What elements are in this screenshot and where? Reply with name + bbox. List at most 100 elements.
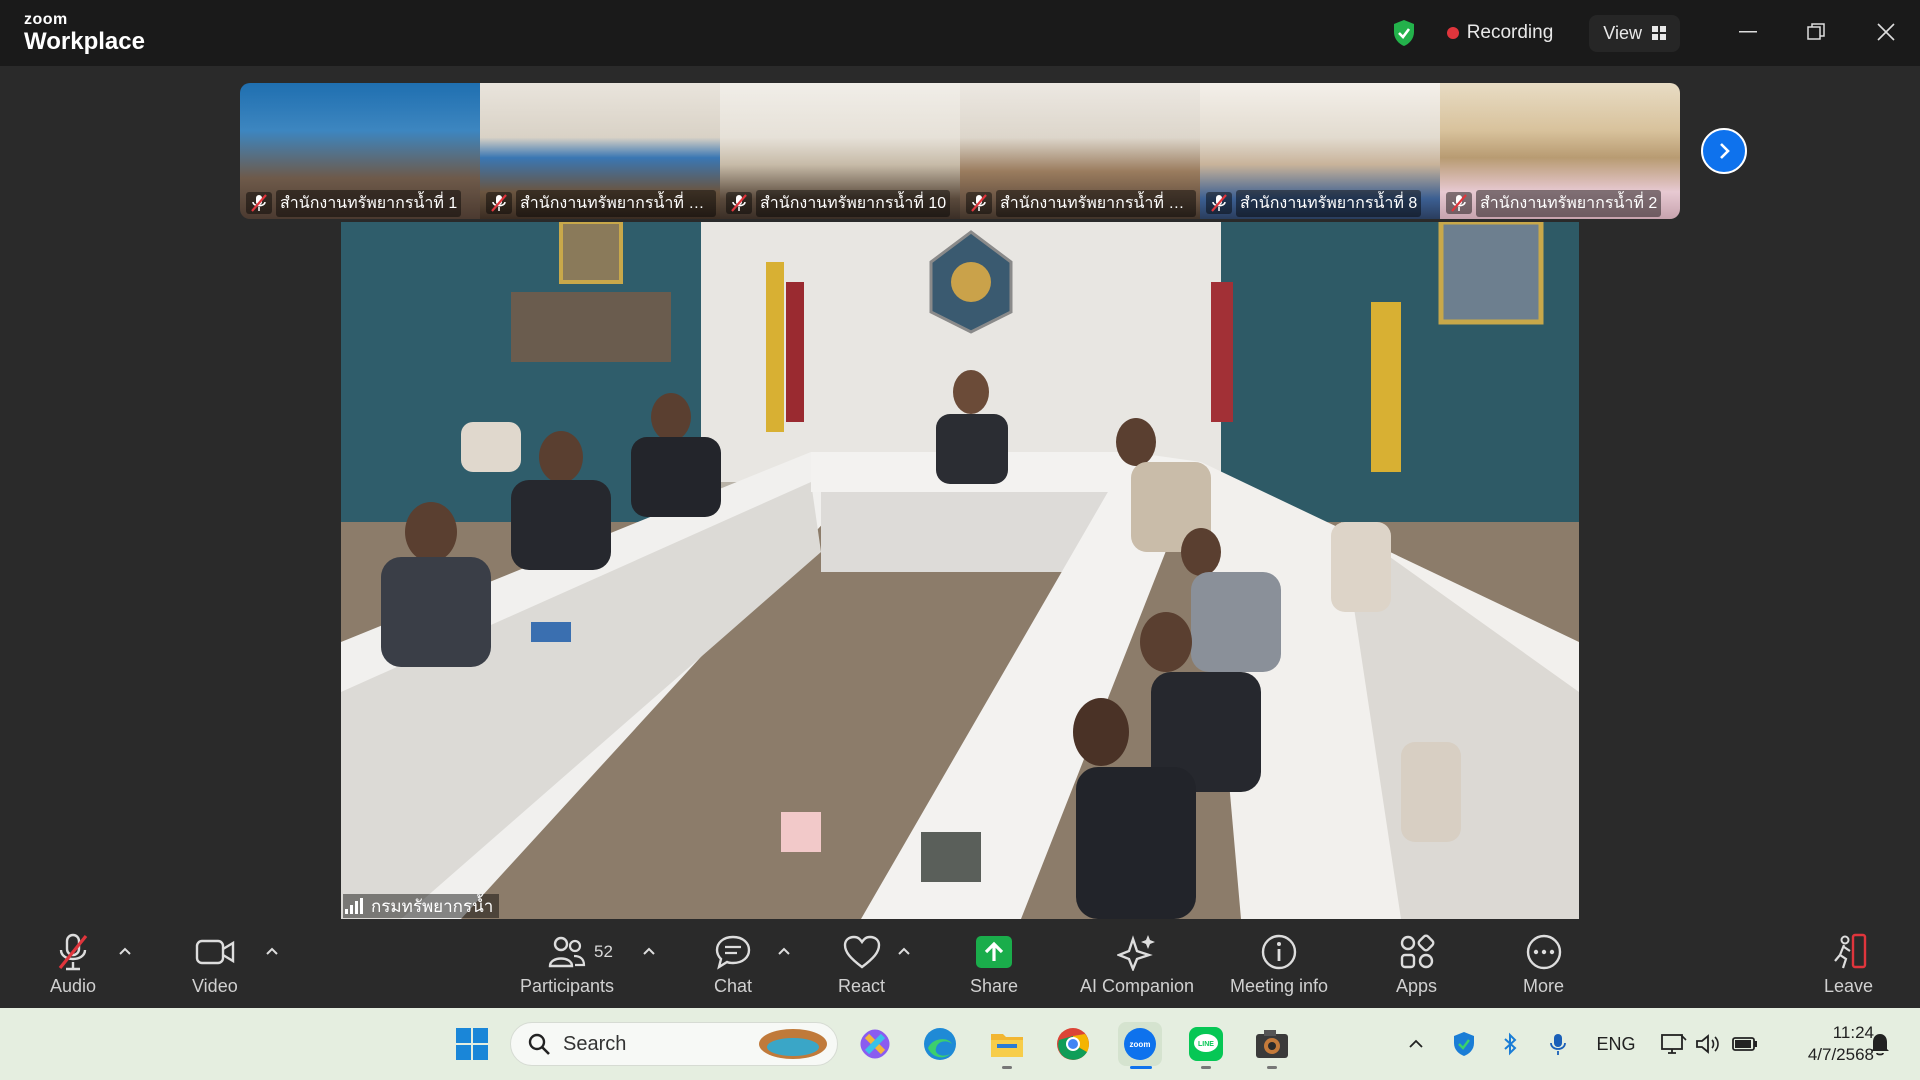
chevron-right-icon (1720, 143, 1730, 159)
participant-name: สำนักงานทรัพยากรน้ำที่ 11 อ... (516, 189, 716, 217)
participant-thumbnail[interactable]: สำนักงานทรัพยากรน้ำที่ 11 อ... (480, 83, 720, 219)
taskbar-search-box[interactable]: Search (510, 1022, 838, 1066)
participants-options-caret-icon[interactable] (640, 942, 658, 960)
react-label: React (838, 976, 886, 996)
participant-name: สำนักงานทรัพยากรน้ำที่ 1 (276, 189, 462, 217)
minimize-button[interactable] (1730, 16, 1766, 48)
ai-sparkle-icon (1117, 932, 1157, 972)
camera-app-icon[interactable] (1250, 1022, 1294, 1066)
participant-name: สำนักงานทรัพยากรน้ำที่ 2 (1476, 189, 1662, 217)
muted-mic-icon (1446, 192, 1472, 214)
zoom-app-icon[interactable]: zoom (1118, 1022, 1162, 1066)
participant-thumbnail-strip: สำนักงานทรัพยากรน้ำที่ 1 สำนักงานทรัพยาก… (240, 83, 1680, 219)
more-button[interactable]: More (1523, 932, 1564, 997)
signal-strength-icon (345, 898, 363, 914)
apps-icon (1398, 932, 1436, 972)
chat-options-caret-icon[interactable] (775, 942, 793, 960)
view-button[interactable]: View (1589, 14, 1680, 52)
heart-icon (842, 932, 882, 972)
taskbar-clock[interactable]: 11:24 4/7/2568 (1774, 1022, 1874, 1066)
muted-microphone-icon (55, 932, 91, 972)
file-explorer-icon[interactable] (985, 1022, 1029, 1066)
edge-browser-icon[interactable] (918, 1022, 962, 1066)
brand-small: zoom (24, 11, 68, 28)
chat-button[interactable]: Chat (714, 932, 752, 997)
participant-count: 52 (594, 942, 613, 961)
participant-thumbnail[interactable]: สำนักงานทรัพยากรน้ำที่ 10 (720, 83, 960, 219)
ai-companion-button[interactable]: AI Companion (1080, 932, 1194, 997)
recording-dot-icon (1446, 27, 1459, 39)
leave-button[interactable]: Leave (1824, 932, 1873, 997)
battery-icon[interactable] (1730, 1030, 1760, 1058)
audio-options-caret-icon[interactable] (116, 942, 134, 960)
participant-name: สำนักงานทรัพยากรน้ำที่ 8 (1236, 189, 1422, 217)
participant-thumbnail[interactable]: สำนักงานทรัพยากรน้ำที่ 1 (240, 83, 480, 219)
view-label: View (1603, 22, 1642, 43)
next-page-button[interactable] (1701, 128, 1747, 174)
muted-mic-icon (246, 192, 272, 214)
encryption-shield-icon[interactable] (1391, 18, 1417, 48)
info-icon (1260, 932, 1298, 972)
windows-taskbar: Search zoom LINE ENG 11:24 4/7/2568 (0, 1008, 1920, 1080)
video-camera-icon (195, 932, 235, 972)
muted-mic-icon (1206, 192, 1232, 214)
share-label: Share (970, 976, 1019, 996)
participant-thumbnail[interactable]: สำนักงานทรัพยากรน้ำที่ 8 (1200, 83, 1440, 219)
leave-label: Leave (1824, 976, 1874, 996)
participant-thumbnail[interactable]: สำนักงานทรัพยากรน้ำที่ 9 ... (960, 83, 1200, 219)
participant-name: สำนักงานทรัพยากรน้ำที่ 9 ... (996, 189, 1196, 217)
brand-name: Workplace (24, 28, 145, 55)
audio-label: Audio (50, 976, 97, 996)
chat-bubble-icon (714, 932, 752, 972)
main-video-name-label: กรมทรัพยากรน้ำ (343, 894, 500, 918)
video-button[interactable]: Video (192, 932, 238, 997)
title-bar: zoom Workplace Recording View (0, 0, 1920, 66)
clock-date: 4/7/2568 (1807, 1045, 1874, 1064)
svg-text:LINE: LINE (1198, 1041, 1214, 1048)
participants-icon (547, 932, 587, 972)
zoom-workplace-logo: zoom Workplace (24, 12, 145, 54)
notification-bell-icon[interactable] (1866, 1030, 1894, 1058)
video-label: Video (192, 976, 238, 996)
muted-mic-icon (726, 192, 752, 214)
muted-mic-icon (486, 192, 512, 214)
network-icon[interactable] (1660, 1030, 1688, 1058)
participant-name: สำนักงานทรัพยากรน้ำที่ 10 (756, 189, 951, 217)
bluetooth-icon[interactable] (1498, 1030, 1522, 1058)
participant-thumbnail[interactable]: สำนักงานทรัพยากรน้ำที่ 2 (1440, 83, 1680, 219)
close-window-button[interactable] (1868, 16, 1904, 48)
meeting-info-button[interactable]: Meeting info (1230, 932, 1328, 997)
chrome-browser-icon[interactable] (1051, 1022, 1095, 1066)
security-shield-icon[interactable] (1450, 1030, 1478, 1058)
restore-button[interactable] (1798, 16, 1834, 48)
windows-start-icon[interactable] (450, 1022, 494, 1066)
search-highlight-icon (759, 1029, 827, 1059)
show-hidden-icons-chevron-icon[interactable] (1404, 1030, 1428, 1058)
recording-label: Recording (1466, 22, 1554, 43)
grid-view-icon (1652, 26, 1666, 40)
more-dots-icon (1525, 932, 1563, 972)
react-options-caret-icon[interactable] (895, 942, 913, 960)
audio-button[interactable]: Audio (50, 932, 96, 997)
apps-button[interactable]: Apps (1396, 932, 1437, 997)
svg-text:zoom: zoom (1130, 1040, 1151, 1049)
search-placeholder: Search (563, 1032, 627, 1055)
ai-companion-label: AI Companion (1080, 976, 1195, 996)
microphone-tray-icon[interactable] (1546, 1030, 1570, 1058)
clock-time: 11:24 (1832, 1023, 1874, 1042)
share-screen-icon (975, 932, 1013, 972)
meeting-toolbar: Audio Video Participants 52 Chat React S… (0, 922, 1920, 1008)
main-video[interactable] (341, 222, 1579, 919)
copilot-icon[interactable] (853, 1022, 897, 1066)
recording-indicator[interactable]: Recording (1446, 22, 1554, 44)
volume-icon[interactable] (1694, 1030, 1722, 1058)
share-button[interactable]: Share (970, 932, 1018, 997)
video-options-caret-icon[interactable] (263, 942, 281, 960)
react-button[interactable]: React (838, 932, 885, 997)
language-indicator[interactable]: ENG (1596, 1030, 1636, 1058)
line-app-icon[interactable]: LINE (1184, 1022, 1228, 1066)
meeting-info-label: Meeting info (1230, 976, 1329, 996)
leave-door-icon (1829, 932, 1869, 972)
search-icon (528, 1033, 550, 1055)
participants-label: Participants (520, 976, 615, 996)
